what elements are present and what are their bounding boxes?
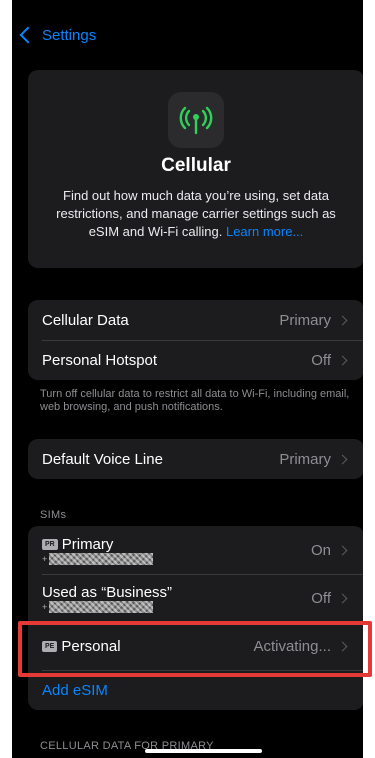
sim-label: Primary [61,535,114,553]
cellular-description: Find out how much data you’re using, set… [42,187,350,241]
row-value: Primary [279,311,331,329]
sims-group: PR Primary + On Used as “Business” + Off… [28,526,363,710]
sim-label: Personal [61,637,121,655]
sim-info: PE Personal [42,638,253,655]
sim-row-personal[interactable]: PE Personal Activating... [28,622,363,670]
sim-info: Used as “Business” + [42,584,311,613]
chevron-right-icon [337,545,348,555]
chevron-right-icon [337,641,348,651]
sim-phone-number: + [42,600,311,613]
sim-badge: PR [42,538,58,550]
back-label: Settings [42,26,97,44]
redacted-number [49,552,154,565]
row-label: Default Voice Line [42,450,163,468]
add-esim-row[interactable]: Add eSIM [28,670,363,710]
redacted-number [49,600,154,613]
row-value: Primary [279,450,331,468]
page-title: Cellular [161,155,231,176]
sim-title: PE Personal [42,638,253,655]
row-label: Personal Hotspot [42,351,158,369]
cellular-data-footnote: Turn off cellular data to restrict all d… [40,388,350,413]
sim-title: Used as “Business” [42,584,311,601]
row-value: Off [311,351,331,369]
row-value: Off [311,589,331,607]
number-prefix: + [42,601,48,612]
back-button[interactable]: Settings [12,20,96,50]
sim-label: Used as “Business” [42,583,173,601]
chevron-right-icon [337,355,348,365]
chevron-right-icon [337,454,348,464]
cellular-data-row[interactable]: Cellular Data Primary [28,300,363,340]
chevron-left-icon [19,26,37,44]
sim-badge: PE [42,640,58,652]
cellular-info-card: Cellular Find out how much data you’re u… [28,70,363,268]
sim-title: PR Primary [42,536,311,553]
row-value: On [310,541,331,559]
row-value: Activating... [253,637,331,655]
settings-screen: Settings Cellular Find out how much data… [12,0,363,758]
sim-info: PR Primary + [42,536,311,565]
number-prefix: + [42,553,48,564]
default-voice-line-row[interactable]: Default Voice Line Primary [28,439,363,479]
learn-more-link[interactable]: Learn more... [226,224,303,239]
sim-row-business[interactable]: Used as “Business” + Off [28,574,363,622]
voice-line-group: Default Voice Line Primary [28,439,363,479]
home-indicator[interactable] [145,749,262,753]
data-settings-group: Cellular Data Primary Personal Hotspot O… [28,300,363,380]
antenna-icon [168,92,224,148]
add-esim-button[interactable]: Add eSIM [42,682,108,699]
sims-section-header: SIMs [40,509,67,521]
chevron-right-icon [337,593,348,603]
chevron-right-icon [337,315,348,325]
personal-hotspot-row[interactable]: Personal Hotspot Off [28,340,363,380]
sim-phone-number: + [42,552,311,565]
row-label: Cellular Data [42,311,129,329]
sim-row-primary[interactable]: PR Primary + On [28,526,363,574]
